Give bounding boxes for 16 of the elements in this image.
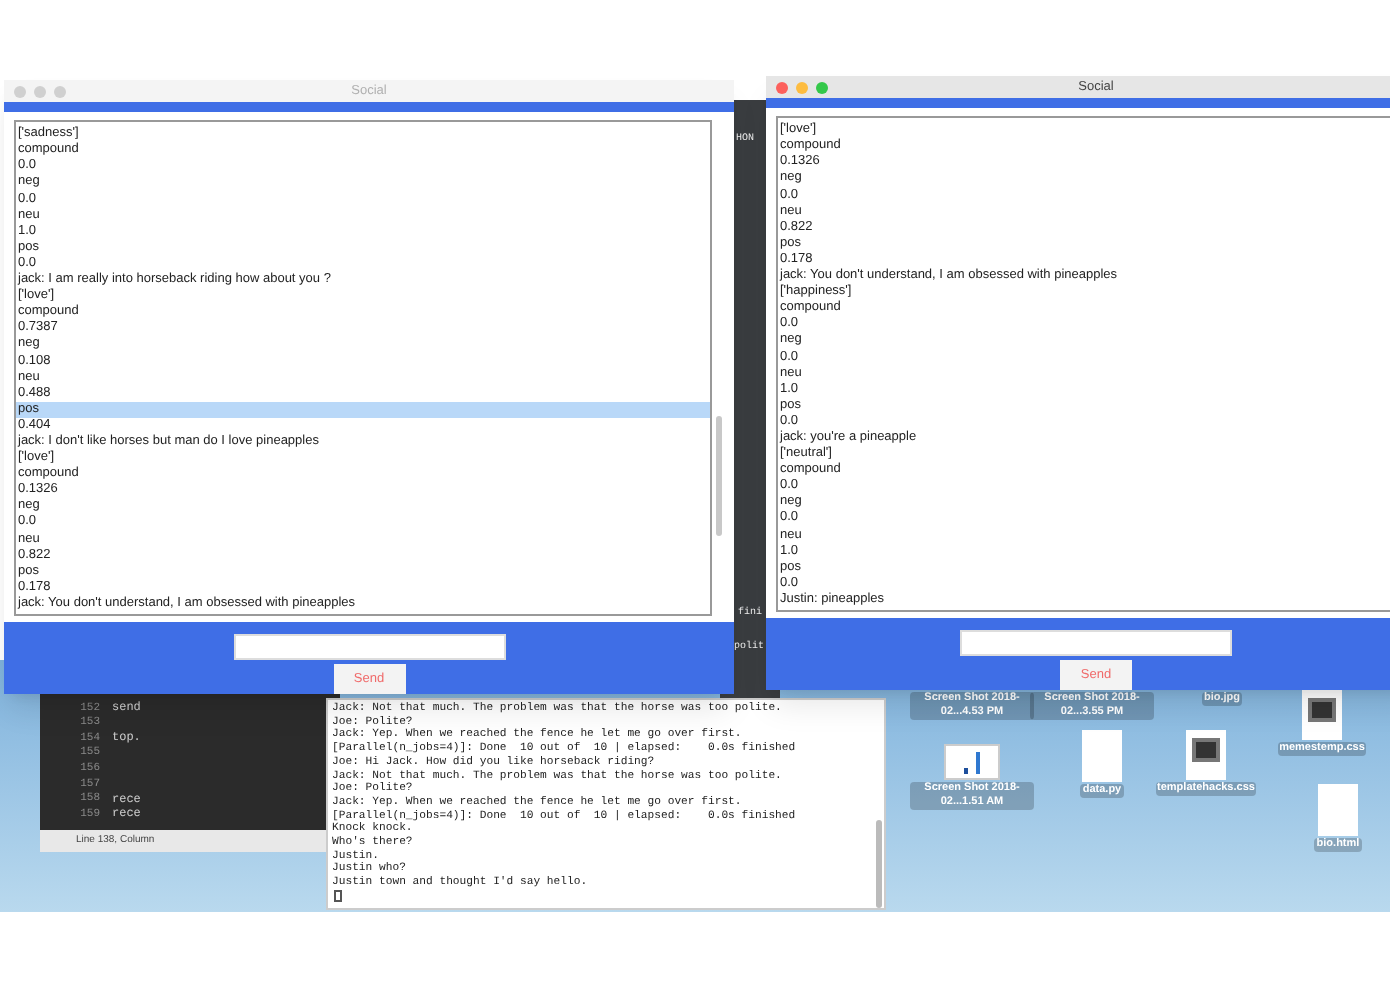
css-file-icon[interactable]	[1302, 690, 1342, 740]
close-button[interactable]	[14, 86, 26, 98]
message-input[interactable]	[233, 634, 505, 660]
minimize-button[interactable]	[34, 86, 46, 98]
python-file-icon[interactable]	[1082, 730, 1122, 782]
close-button[interactable]	[776, 82, 788, 94]
minimize-button[interactable]	[796, 82, 808, 94]
scrollbar	[876, 820, 882, 908]
zoom-button[interactable]	[816, 82, 828, 94]
zoom-button[interactable]	[54, 86, 66, 98]
html-file-icon[interactable]	[1318, 784, 1358, 836]
css-file-icon[interactable]	[1186, 730, 1226, 780]
message-input[interactable]	[960, 630, 1232, 656]
chart-file-icon[interactable]	[944, 744, 1000, 780]
scrollbar	[715, 416, 721, 536]
text-cursor	[334, 889, 342, 902]
